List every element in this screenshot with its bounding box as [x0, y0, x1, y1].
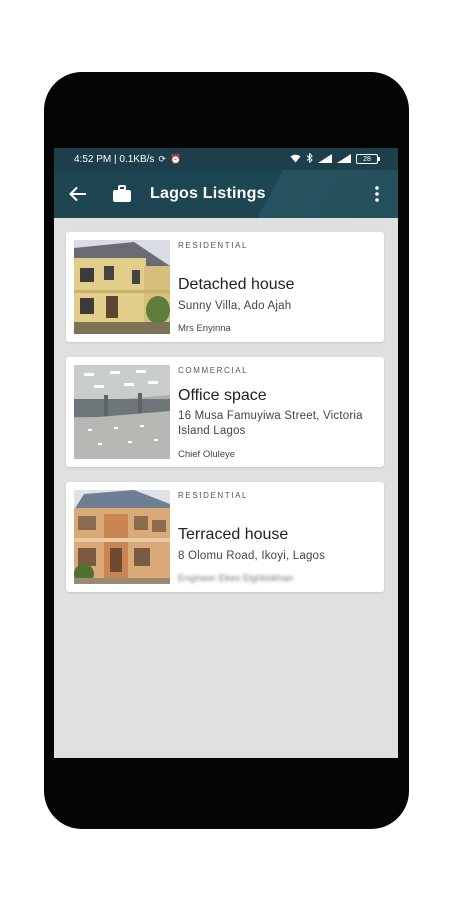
- page-title: Lagos Listings: [150, 185, 266, 202]
- briefcase-icon: [108, 185, 136, 203]
- listing-address: 16 Musa Famuyiwa Street, Victoria Island…: [178, 410, 363, 437]
- listing-agent: Engineer Ekeo Eighbokhan: [178, 573, 294, 584]
- battery-level: 28: [363, 155, 371, 163]
- app-screen: 4:52 PM | 0.1KB/s ⟳ ⏰ 28 Lagos Listings …: [54, 148, 398, 758]
- signal-icon: [318, 153, 332, 165]
- listing-title: Detached house: [178, 276, 295, 293]
- more-vertical-icon: [375, 186, 379, 202]
- wifi-icon: [290, 154, 301, 165]
- listing-agent: Chief Oluleye: [178, 449, 236, 460]
- listing-card[interactable]: RESIDENTIAL Terraced house 8 Olomu Road,…: [66, 482, 384, 592]
- listing-card[interactable]: COMMERCIAL Office space 16 Musa Famuyiwa…: [66, 357, 384, 467]
- listings-list: RESIDENTIAL Detached house Sunny Villa, …: [66, 232, 384, 607]
- listing-card[interactable]: RESIDENTIAL Detached house Sunny Villa, …: [66, 232, 384, 342]
- listing-address: 8 Olomu Road, Ikoyi, Lagos: [178, 550, 326, 562]
- office-space-photo: [74, 365, 170, 459]
- alarm-icon: ⏰: [169, 153, 182, 164]
- sync-icon: ⟳: [158, 153, 166, 164]
- status-time: 4:52 PM | 0.1KB/s: [74, 153, 155, 165]
- terraced-house-photo: [74, 490, 170, 584]
- listing-address: Sunny Villa, Ado Ajah: [178, 300, 292, 312]
- listing-agent: Mrs Enyinna: [178, 323, 231, 334]
- back-button[interactable]: [56, 170, 100, 218]
- signal-icon: [337, 153, 351, 165]
- listing-category: COMMERCIAL: [178, 366, 249, 375]
- detached-house-photo: [74, 240, 170, 334]
- listing-title: Terraced house: [178, 526, 289, 543]
- listing-title: Office space: [178, 387, 267, 404]
- listing-category: RESIDENTIAL: [178, 491, 249, 500]
- battery-icon: 28: [356, 154, 380, 164]
- status-bar: 4:52 PM | 0.1KB/s ⟳ ⏰ 28: [54, 148, 398, 170]
- bluetooth-icon: [306, 152, 313, 165]
- listing-category: RESIDENTIAL: [178, 241, 249, 250]
- more-options-button[interactable]: [362, 170, 392, 218]
- arrow-left-icon: [69, 186, 86, 202]
- app-bar: Lagos Listings: [54, 170, 398, 218]
